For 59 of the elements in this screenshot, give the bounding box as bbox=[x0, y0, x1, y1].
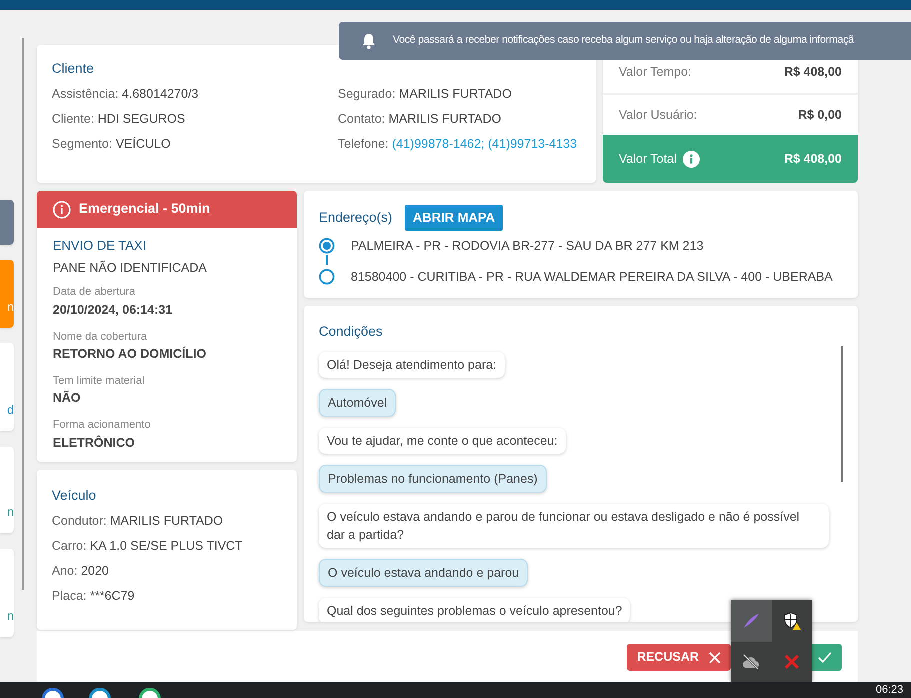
card-text: n bbox=[7, 300, 14, 314]
emergency-text: Emergencial - 50min bbox=[79, 200, 210, 218]
close-icon bbox=[709, 652, 721, 664]
field-text: Segmento: VEÍCULO bbox=[52, 136, 172, 154]
card-text: d bbox=[7, 403, 14, 417]
field-value: ELETRÔNICO bbox=[53, 434, 136, 452]
value-label: Valor Usuário: bbox=[619, 106, 698, 124]
field-text: Placa: ***6C79 bbox=[52, 588, 136, 606]
card-text: n bbox=[7, 609, 14, 623]
value-label: Valor Tempo: bbox=[619, 64, 692, 81]
open-map-button[interactable]: ABRIR MAPA bbox=[405, 205, 504, 230]
value-amount: R$ 408,00 bbox=[784, 64, 842, 81]
field-value: NÃO bbox=[53, 390, 82, 408]
field-text: Assistência: 4.68014270/3 bbox=[52, 86, 200, 104]
answer-bubble[interactable]: Automóvel bbox=[319, 389, 396, 418]
question-bubble: Vou te ajudar, me conte o que aconteceu: bbox=[319, 428, 566, 454]
info-icon[interactable] bbox=[683, 150, 700, 168]
field-text: Segurado: MARILIS FURTADO bbox=[338, 86, 513, 104]
sidebar-card[interactable]: n bbox=[0, 260, 14, 328]
card-text: n bbox=[7, 505, 14, 519]
field-label: Nome da cobertura bbox=[53, 330, 148, 345]
answer-bubble[interactable]: Problemas no funcionamento (Panes) bbox=[319, 465, 547, 494]
field-text: Condutor: MARILIS FURTADO bbox=[52, 513, 224, 530]
field-value: 20/10/2024, 06:14:31 bbox=[53, 302, 174, 319]
field-value: RETORNO AO DOMICÍLIO bbox=[53, 346, 208, 364]
field-text: Ano: 2020 bbox=[52, 563, 110, 580]
question-bubble: O veículo estava andando e parou de funcionar ou estava desligado e não é possível dar a partida? bbox=[319, 504, 829, 548]
phone-link[interactable]: (41)99878-1462; (41)99713-4133 bbox=[392, 137, 578, 152]
field-label: Tem limite material bbox=[53, 374, 146, 389]
field-text: Contato: MARILIS FURTADO bbox=[338, 111, 502, 128]
field-text: Carro: KA 1.0 SE/SE PLUS TIVCT bbox=[52, 538, 244, 556]
value-amount: R$ 0,00 bbox=[798, 106, 842, 124]
question-bubble: Qual dos seguintes problemas o veículo apresentou? bbox=[319, 598, 630, 622]
field-label: Telefone: bbox=[338, 137, 390, 152]
field-label: Forma acionamento bbox=[53, 418, 152, 434]
scrollbar[interactable] bbox=[841, 346, 843, 482]
service-title: ENVIO DE TAXI bbox=[53, 237, 148, 255]
service-subtitle: PANE NÃO IDENTIFICADA bbox=[53, 260, 208, 277]
address-text: PALMEIRA - PR - RODOVIA BR-277 - SAU DA BR 277 KM 213 bbox=[351, 238, 704, 255]
sidebar-card[interactable]: n bbox=[0, 549, 14, 637]
field-label: Data de abertura bbox=[53, 285, 137, 300]
section-title: Veículo bbox=[52, 487, 98, 505]
section-title: Cliente bbox=[52, 60, 96, 78]
clock-text: 06:23 bbox=[876, 684, 904, 696]
answer-bubble[interactable]: O veículo estava andando e parou bbox=[319, 559, 528, 588]
section-title: Condições bbox=[319, 323, 384, 341]
total-amount: R$ 408,00 bbox=[784, 150, 842, 168]
check-icon bbox=[818, 652, 832, 664]
bell-icon bbox=[361, 32, 377, 50]
sidebar-card[interactable]: n bbox=[0, 447, 14, 533]
section-title: Endereço(s) bbox=[319, 208, 393, 227]
address-text: 81580400 - CURITIBA - PR - RUA WALDEMAR PEREIRA DA SILVA - 400 - UBERABA bbox=[351, 268, 833, 286]
total-label: Valor Total bbox=[619, 150, 677, 168]
field-text: Cliente: HDI SEGUROS bbox=[52, 111, 186, 128]
notification-text: Você passará a receber notificações caso receba algum serviço ou haja alteração de alguma informaçã bbox=[393, 33, 854, 48]
question-bubble: Olá! Deseja atendimento para: bbox=[319, 352, 505, 378]
reject-button[interactable]: RECUSAR bbox=[627, 644, 731, 671]
info-icon bbox=[53, 200, 71, 218]
sidebar-card[interactable]: d bbox=[0, 343, 14, 431]
